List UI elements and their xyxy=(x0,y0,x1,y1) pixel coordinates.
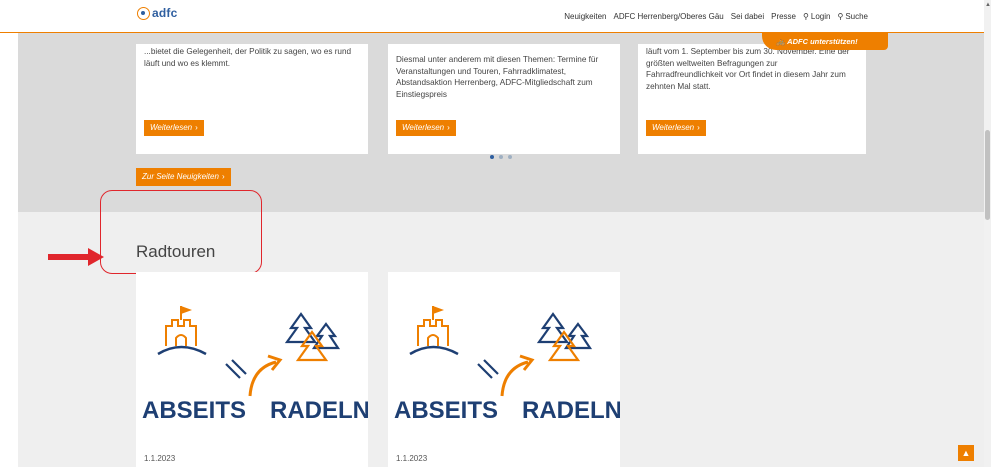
read-more-button[interactable]: Weiterlesen › xyxy=(144,120,204,136)
logo-icon xyxy=(137,6,150,20)
news-card-text: läuft vom 1. September bis zum 30. Novem… xyxy=(646,47,850,91)
chevron-right-icon: › xyxy=(697,123,700,132)
main-nav: Neuigkeiten ADFC Herrenberg/Oberes Gäu S… xyxy=(564,12,868,21)
news-card-text: ...bietet die Gelegenheit, der Politik z… xyxy=(144,47,352,68)
chevron-right-icon: › xyxy=(447,123,450,132)
tour-card[interactable]: ABSEITS RADELN 1.1.2023 xyxy=(388,272,620,467)
nav-item-login-label: Login xyxy=(810,12,831,21)
news-page-label: Zur Seite Neuigkeiten xyxy=(142,172,219,181)
bike-icon: 🚲 xyxy=(776,37,786,46)
carousel-dot[interactable] xyxy=(490,155,494,159)
tour-date: 1.1.2023 xyxy=(144,454,176,463)
image-word: RADELN xyxy=(270,397,368,424)
nav-item-search-label: Suche xyxy=(845,12,868,21)
read-more-label: Weiterlesen xyxy=(402,123,445,132)
support-button[interactable]: 🚲 ADFC unterstützen! xyxy=(762,33,888,50)
image-word: RADELN xyxy=(522,397,620,424)
chevron-right-icon: › xyxy=(221,172,225,181)
scrollbar[interactable]: ▲ xyxy=(984,0,991,467)
chevron-up-icon: ▲ xyxy=(961,448,971,458)
nav-item-chapter[interactable]: ADFC Herrenberg/Oberes Gäu xyxy=(613,12,723,21)
carousel-dots xyxy=(490,155,512,159)
search-icon: ⚲ xyxy=(837,12,844,21)
read-more-button[interactable]: Weiterlesen › xyxy=(646,120,706,136)
carousel-dot[interactable] xyxy=(508,155,512,159)
page: ...bietet die Gelegenheit, der Politik z… xyxy=(0,0,984,467)
read-more-label: Weiterlesen xyxy=(150,123,193,132)
news-card-text: Diesmal unter anderem mit diesen Themen:… xyxy=(396,55,599,99)
image-word: ABSEITS xyxy=(394,397,498,424)
scroll-up-icon[interactable]: ▲ xyxy=(985,2,991,8)
chevron-right-icon: › xyxy=(195,123,198,132)
nav-item-news[interactable]: Neuigkeiten xyxy=(564,12,606,21)
abseits-radeln-image[interactable]: ABSEITS RADELN xyxy=(136,284,368,429)
logo-text: adfc xyxy=(152,6,178,20)
back-to-top-button[interactable]: ▲ xyxy=(958,445,974,461)
news-card[interactable]: ...bietet die Gelegenheit, der Politik z… xyxy=(136,44,368,154)
news-card[interactable]: läuft vom 1. September bis zum 30. Novem… xyxy=(638,44,866,154)
nav-item-search[interactable]: ⚲ Suche xyxy=(837,12,868,21)
adfc-logo[interactable]: adfc xyxy=(137,6,177,20)
carousel-dot[interactable] xyxy=(499,155,503,159)
news-card[interactable]: Diesmal unter anderem mit diesen Themen:… xyxy=(388,44,620,154)
user-icon: ⚲ xyxy=(803,12,809,21)
nav-item-join[interactable]: Sei dabei xyxy=(731,12,764,21)
support-label: ADFC unterstützen! xyxy=(787,37,858,46)
read-more-label: Weiterlesen xyxy=(652,123,695,132)
tours-section: Radtouren ABSEITS RADELN 1.1.2023 ABSEIT… xyxy=(18,190,984,467)
news-section: ...bietet die Gelegenheit, der Politik z… xyxy=(18,22,984,212)
section-title: Radtouren xyxy=(136,242,216,261)
image-word: ABSEITS xyxy=(142,397,246,424)
abseits-radeln-image[interactable]: ABSEITS RADELN xyxy=(388,284,620,429)
read-more-button[interactable]: Weiterlesen › xyxy=(396,120,456,136)
nav-item-press[interactable]: Presse xyxy=(771,12,796,21)
tour-card[interactable]: ABSEITS RADELN 1.1.2023 xyxy=(136,272,368,467)
news-page-button[interactable]: Zur Seite Neuigkeiten › xyxy=(136,168,231,186)
red-arrow-icon xyxy=(48,248,104,266)
tour-date: 1.1.2023 xyxy=(396,454,428,463)
nav-item-login[interactable]: ⚲ Login xyxy=(803,12,830,21)
site-header: adfc Neuigkeiten ADFC Herrenberg/Oberes … xyxy=(0,0,984,33)
scroll-thumb[interactable] xyxy=(985,130,990,220)
